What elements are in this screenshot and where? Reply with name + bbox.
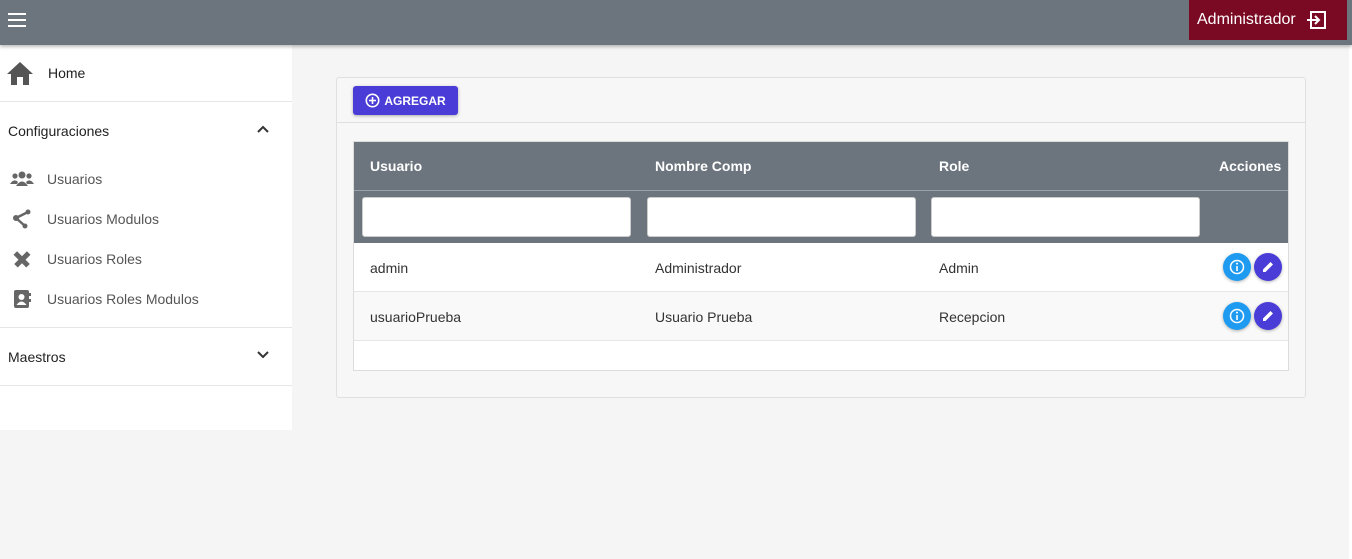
cell-usuario: admin bbox=[370, 260, 409, 276]
chevron-down-icon bbox=[257, 351, 269, 359]
info-icon bbox=[1229, 259, 1245, 275]
user-name: Administrador bbox=[1197, 11, 1296, 28]
sidebar-item-label: Usuarios Modulos bbox=[47, 211, 160, 227]
chevron-up-icon bbox=[257, 125, 269, 133]
column-header-acciones: Acciones bbox=[1219, 158, 1282, 174]
table-row[interactable]: usuarioPrueba Usuario Prueba Recepcion bbox=[354, 292, 1288, 341]
add-button[interactable]: AGREGAR bbox=[353, 86, 458, 115]
filter-nombre-input[interactable] bbox=[647, 197, 916, 237]
sidebar-item-label: Home bbox=[48, 65, 86, 81]
column-header-usuario[interactable]: Usuario bbox=[370, 158, 422, 174]
pencil-ruler-icon bbox=[10, 248, 34, 270]
column-header-role[interactable]: Role bbox=[939, 158, 969, 174]
pencil-icon bbox=[1263, 262, 1273, 272]
cell-nombre: Administrador bbox=[655, 260, 742, 276]
column-header-nombre[interactable]: Nombre Comp bbox=[655, 158, 751, 174]
info-icon bbox=[1229, 308, 1245, 324]
plus-circle-icon bbox=[365, 93, 380, 108]
edit-button[interactable] bbox=[1254, 253, 1282, 281]
sidebar-group-label: Configuraciones bbox=[8, 122, 110, 139]
table-header: Usuario Nombre Comp Role Acciones bbox=[354, 142, 1288, 190]
sidebar-group-maestros[interactable]: Maestros bbox=[0, 328, 292, 385]
table-row[interactable]: admin Administrador Admin bbox=[354, 243, 1288, 292]
sidebar-group-configuraciones[interactable]: Configuraciones bbox=[0, 102, 292, 159]
user-menu[interactable]: Administrador bbox=[1189, 0, 1347, 40]
users-card: AGREGAR Usuario Nombre Comp Role Accione… bbox=[336, 77, 1306, 398]
logout-icon[interactable] bbox=[1306, 11, 1326, 29]
sidebar-item-label: Usuarios Roles bbox=[47, 251, 142, 267]
pencil-icon bbox=[1263, 311, 1273, 321]
sidebar-item-label: Usuarios Roles Modulos bbox=[47, 291, 199, 307]
sidebar-group-label: Maestros bbox=[8, 348, 66, 365]
sidebar-divider bbox=[0, 385, 292, 386]
sidebar-item-usuarios-roles[interactable]: Usuarios Roles bbox=[0, 239, 292, 279]
share-nodes-icon bbox=[10, 208, 34, 230]
cell-usuario: usuarioPrueba bbox=[370, 309, 462, 325]
info-button[interactable] bbox=[1223, 253, 1251, 281]
filter-row bbox=[354, 190, 1288, 243]
home-icon bbox=[7, 62, 33, 85]
sidebar-item-home[interactable]: Home bbox=[0, 45, 292, 102]
contact-book-icon bbox=[10, 288, 34, 310]
sidebar-item-label: Usuarios bbox=[47, 171, 103, 187]
sidebar-item-usuarios[interactable]: Usuarios bbox=[0, 159, 292, 199]
info-button[interactable] bbox=[1223, 302, 1251, 330]
cell-role: Recepcion bbox=[939, 309, 1006, 325]
edit-button[interactable] bbox=[1254, 302, 1282, 330]
card-header: AGREGAR bbox=[337, 78, 1305, 123]
filter-role-input[interactable] bbox=[931, 197, 1200, 237]
users-table: Usuario Nombre Comp Role Acciones admin … bbox=[353, 141, 1289, 371]
cell-role: Admin bbox=[939, 260, 979, 276]
menu-icon[interactable] bbox=[8, 13, 28, 29]
sidebar-item-usuarios-modulos[interactable]: Usuarios Modulos bbox=[0, 199, 292, 239]
sidebar-item-usuarios-roles-modulos[interactable]: Usuarios Roles Modulos bbox=[0, 279, 292, 319]
add-button-label: AGREGAR bbox=[384, 93, 446, 108]
sidebar: Home Configuraciones Usuarios Usuarios M… bbox=[0, 45, 292, 430]
top-bar: Administrador bbox=[0, 0, 1352, 45]
users-icon bbox=[10, 168, 34, 190]
filter-usuario-input[interactable] bbox=[362, 197, 631, 237]
cell-nombre: Usuario Prueba bbox=[655, 309, 753, 325]
